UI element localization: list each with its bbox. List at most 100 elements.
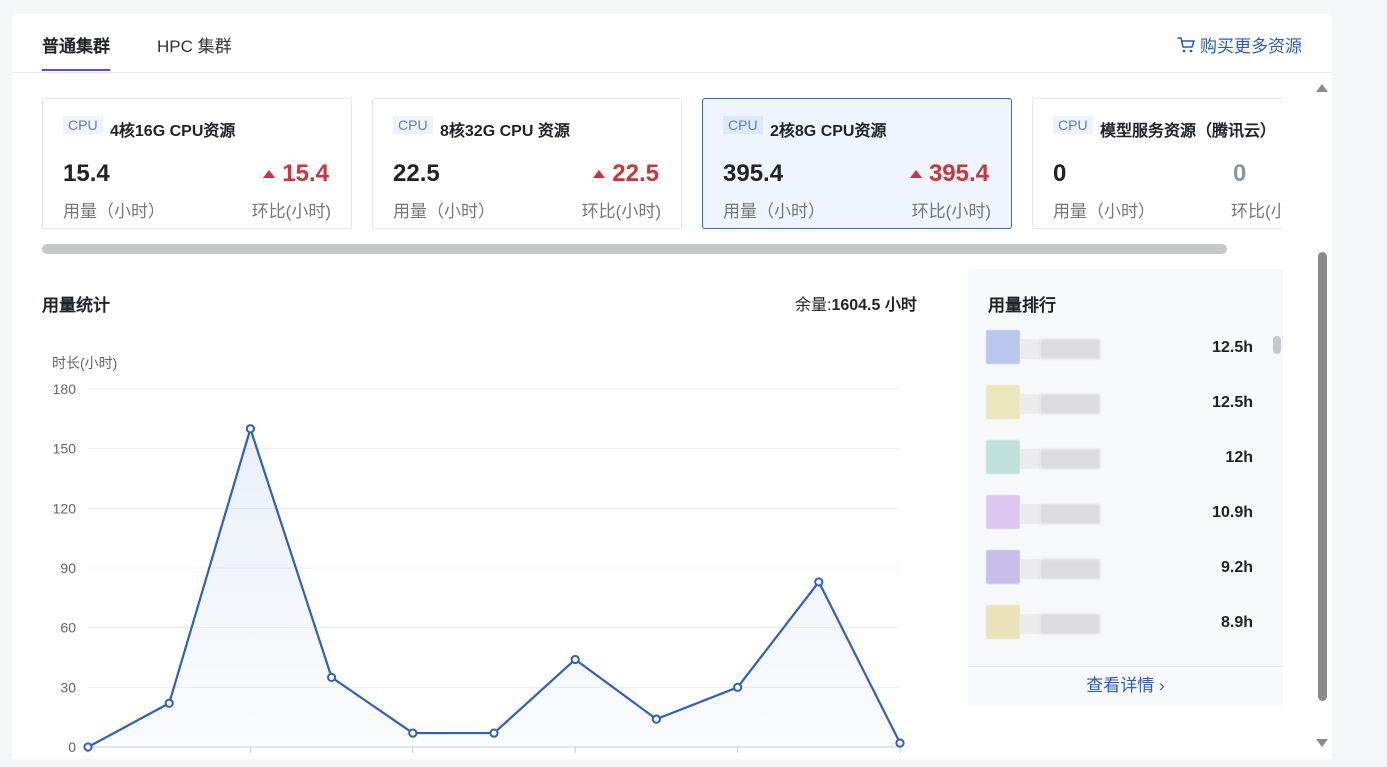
data-point: [489, 728, 499, 738]
avatar: [986, 330, 1020, 364]
y-tick-label: 120: [53, 500, 77, 516]
ranking-item[interactable]: 9.2h: [968, 547, 1283, 587]
tab-normal-cluster[interactable]: 普通集群: [42, 32, 110, 71]
card-title: 4核16G CPU资源: [110, 123, 236, 140]
card-title: 模型服务资源（腾讯云）: [1100, 123, 1277, 140]
card-tag: CPU: [1053, 116, 1093, 134]
card-ratio-label: 环比(小时): [911, 202, 991, 221]
redacted-name-block: [1040, 394, 1100, 414]
card-ratio: 0: [1233, 160, 1246, 188]
data-point: [408, 728, 418, 738]
trend-up-icon: [263, 170, 276, 178]
card-ratio-label: 环比(小时): [251, 202, 331, 221]
trend-up-icon: [593, 170, 606, 178]
resource-panel: 普通集群 HPC 集群 购买更多资源 CPU 4核16G CPU资源 15.4 …: [12, 14, 1332, 759]
redacted-name-block: [1040, 449, 1100, 469]
avatar: [986, 440, 1020, 474]
ranking-value: 8.9h: [1220, 614, 1253, 631]
card-usage-value: 15.4: [63, 160, 110, 187]
card-usage-label: 用量（小时）: [63, 202, 165, 221]
data-point: [570, 654, 580, 665]
scroll-up-arrow-icon[interactable]: [1316, 84, 1328, 92]
cluster-tabs: 普通集群 HPC 集群 购买更多资源: [12, 14, 1332, 73]
redacted-name-block: [1040, 339, 1100, 359]
avatar: [986, 605, 1020, 639]
redacted-name-block: [1040, 504, 1100, 524]
ranking-value: 9.2h: [1220, 559, 1253, 576]
redacted-name-block: [1020, 339, 1040, 359]
data-point: [83, 742, 93, 752]
card-usage-label: 用量（小时）: [723, 202, 825, 221]
ranking-item[interactable]: 12h: [968, 437, 1283, 477]
y-tick-label: 180: [53, 381, 77, 397]
ranking-value: 12.5h: [1212, 394, 1253, 411]
redacted-name-block: [1040, 614, 1100, 634]
y-tick-label: 150: [53, 441, 77, 457]
redacted-name-block: [1020, 614, 1040, 634]
avatar: [986, 495, 1020, 529]
scroll-down-arrow-icon[interactable]: [1316, 739, 1328, 747]
card-ratio: 395.4: [909, 160, 989, 188]
card-title: 8核32G CPU 资源: [440, 123, 570, 140]
ranking-item[interactable]: 12.5h: [968, 327, 1283, 367]
view-details-link[interactable]: 查看详情 ›: [968, 666, 1283, 706]
ranking-value: 12.5h: [1212, 339, 1253, 356]
ranking-value: 10.9h: [1212, 504, 1253, 521]
cards-horizontal-scrollbar[interactable]: [42, 244, 1227, 254]
card-tag: CPU: [723, 116, 763, 134]
data-point: [814, 577, 824, 587]
usage-ranking-panel: 用量排行 12.5h 12.5h 12h 10.9h 9.2h 8.9h 查看详情 ›: [968, 269, 1283, 706]
remain-value: 1604.5 小时: [831, 297, 917, 314]
resource-cards: CPU 4核16G CPU资源 15.4 用量（小时） 15.4 环比(小时) …: [42, 98, 1283, 230]
series-area: [88, 428, 900, 747]
redacted-name-block: [1020, 504, 1040, 524]
ranking-scrollbar[interactable]: [1273, 336, 1281, 354]
resource-card[interactable]: CPU 8核32G CPU 资源 22.5 用量（小时） 22.5 环比(小时): [372, 98, 682, 229]
usage-stats-title: 用量统计: [42, 296, 110, 315]
y-axis-label: 时长(小时): [52, 355, 117, 371]
card-ratio-label: 环比(小时): [1231, 202, 1283, 221]
card-title: 2核8G CPU资源: [770, 123, 887, 140]
card-ratio-value: 395.4: [928, 160, 989, 187]
data-point: [164, 698, 174, 708]
resource-card[interactable]: CPU 模型服务资源（腾讯云） 0 用量（小时） 0 环比(小时): [1032, 98, 1283, 229]
ranking-item[interactable]: 10.9h: [968, 492, 1283, 532]
trend-up-icon: [909, 170, 922, 178]
ranking-list[interactable]: 12.5h 12.5h 12h 10.9h 9.2h 8.9h: [968, 327, 1283, 662]
card-usage-label: 用量（小时）: [393, 202, 495, 221]
ranking-title: 用量排行: [988, 296, 1056, 315]
buy-link-label: 购买更多资源: [1200, 37, 1302, 56]
ranking-value: 12h: [1225, 449, 1253, 466]
y-tick-label: 30: [60, 679, 76, 695]
card-ratio-value: 22.5: [612, 160, 659, 187]
card-tag: CPU: [63, 116, 103, 134]
remaining-quota: 余量:1604.5 小时: [795, 291, 917, 315]
data-point: [327, 672, 337, 682]
card-tag: CPU: [393, 116, 433, 134]
avatar: [986, 385, 1020, 419]
card-usage-label: 用量（小时）: [1053, 202, 1155, 221]
card-ratio-label: 环比(小时): [581, 202, 661, 221]
y-tick-label: 0: [68, 739, 76, 755]
buy-more-resources-link[interactable]: 购买更多资源: [1176, 32, 1302, 57]
card-ratio-value: 15.4: [282, 160, 329, 187]
card-ratio-value: 0: [1233, 160, 1247, 187]
card-usage-value: 0: [1053, 160, 1067, 187]
card-usage-value: 395.4: [723, 160, 784, 187]
data-point: [733, 682, 743, 692]
data-point: [245, 424, 255, 434]
data-point: [651, 714, 662, 724]
card-ratio: 15.4: [263, 160, 329, 188]
remain-label: 余量:: [795, 297, 832, 314]
y-tick-label: 90: [60, 560, 76, 576]
ranking-item[interactable]: 8.9h: [968, 602, 1283, 642]
redacted-name-block: [1040, 559, 1100, 579]
page-scrollbar-thumb[interactable]: [1318, 252, 1327, 701]
avatar: [986, 550, 1020, 584]
tab-hpc-cluster[interactable]: HPC 集群: [157, 32, 232, 57]
resource-card-selected[interactable]: CPU 2核8G CPU资源 395.4 用量（小时） 395.4 环比(小时): [702, 98, 1012, 229]
redacted-name-block: [1020, 394, 1040, 414]
ranking-item[interactable]: 12.5h: [968, 382, 1283, 422]
cart-icon: [1177, 36, 1195, 52]
resource-card[interactable]: CPU 4核16G CPU资源 15.4 用量（小时） 15.4 环比(小时): [42, 98, 352, 229]
